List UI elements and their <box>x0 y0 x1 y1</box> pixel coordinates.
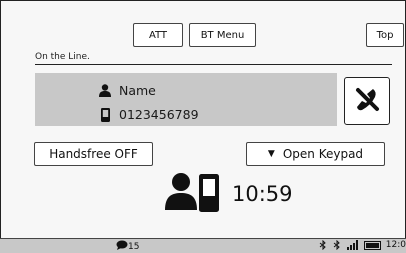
person-icon <box>98 84 112 98</box>
status-bar: 15 12:0 <box>0 238 406 253</box>
bluetooth-icon <box>332 240 342 250</box>
title-divider <box>35 64 392 65</box>
triangle-down-icon: ▼ <box>267 149 275 159</box>
caller-number: 0123456789 <box>119 107 199 122</box>
message-count-label: 15 <box>128 241 140 252</box>
bluetooth-icon <box>318 240 328 250</box>
open-keypad-label: Open Keypad <box>282 147 364 161</box>
battery-icon <box>363 240 382 250</box>
caller-number-row: 0123456789 <box>98 107 199 122</box>
handsfree-toggle-button[interactable]: Handsfree OFF <box>34 142 153 166</box>
caller-name: Name <box>119 83 156 98</box>
caller-name-row: Name <box>98 83 156 98</box>
message-bubble-icon <box>116 240 128 253</box>
signal-icon <box>346 240 360 250</box>
mobile-phone-icon <box>98 107 112 122</box>
call-duration: 10:59 <box>232 182 293 206</box>
att-button[interactable]: ATT <box>133 23 183 47</box>
top-button[interactable]: Top <box>366 23 404 47</box>
page-title: On the Line. <box>35 52 90 62</box>
phone-call-screen: ATT BT Menu Top On the Line. Name 012345… <box>0 0 406 252</box>
message-count[interactable]: 15 <box>116 240 139 253</box>
caller-info-panel: Name 0123456789 <box>35 73 337 126</box>
bt-menu-button[interactable]: BT Menu <box>189 23 256 47</box>
person-phone-icon <box>165 172 233 216</box>
open-keypad-button[interactable]: ▼ Open Keypad <box>246 142 385 166</box>
end-call-button[interactable] <box>344 77 390 125</box>
clock: 12:0 <box>385 240 406 250</box>
end-call-icon <box>353 86 381 116</box>
system-tray: 12:0 <box>314 240 406 250</box>
